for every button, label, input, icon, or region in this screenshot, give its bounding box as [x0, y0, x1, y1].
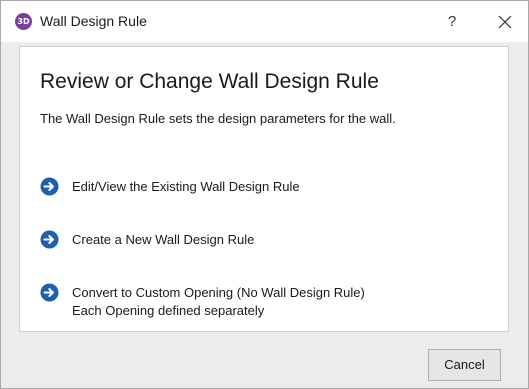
- help-icon: ?: [447, 13, 457, 30]
- page-description: The Wall Design Rule sets the design par…: [40, 111, 396, 126]
- option-edit-view-existing[interactable]: Edit/View the Existing Wall Design Rule: [40, 177, 370, 197]
- option-label: Convert to Custom Opening (No Wall Desig…: [72, 285, 365, 300]
- window-title: Wall Design Rule: [40, 13, 147, 29]
- option-sublabel: Each Opening defined separately: [72, 303, 265, 318]
- title-bar: 3D Wall Design Rule ?: [1, 1, 528, 42]
- arrow-circle-right-icon: [40, 177, 59, 196]
- option-label: Create a New Wall Design Rule: [72, 232, 255, 247]
- arrow-circle-right-icon: [40, 230, 59, 249]
- close-icon: [498, 15, 512, 29]
- option-convert-custom-opening[interactable]: Convert to Custom Opening (No Wall Desig…: [40, 283, 420, 321]
- option-create-new[interactable]: Create a New Wall Design Rule: [40, 230, 340, 250]
- close-button[interactable]: [492, 9, 518, 35]
- arrow-circle-right-icon: [40, 283, 59, 302]
- option-label: Edit/View the Existing Wall Design Rule: [72, 179, 300, 194]
- wall-design-rule-dialog: 3D Wall Design Rule ? Review or Change W…: [0, 0, 529, 389]
- app-3d-icon: 3D: [15, 13, 32, 30]
- cancel-button[interactable]: Cancel: [428, 349, 501, 381]
- help-button[interactable]: ?: [441, 11, 463, 33]
- page-title: Review or Change Wall Design Rule: [40, 70, 379, 93]
- content-panel: Review or Change Wall Design Rule The Wa…: [19, 46, 509, 332]
